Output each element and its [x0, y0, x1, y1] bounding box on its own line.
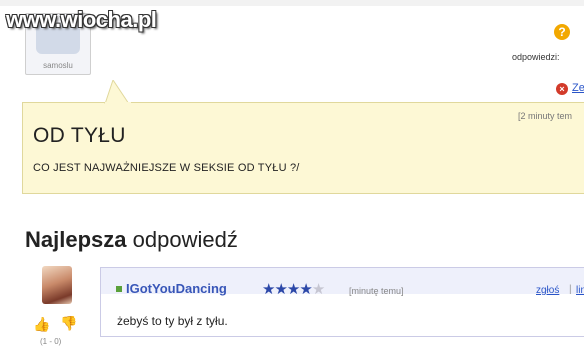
question-icon: ?: [554, 24, 570, 40]
answers-label: odpowiedzi:: [512, 52, 560, 62]
star-icon: ★: [274, 281, 287, 298]
star-icon: ★: [262, 281, 275, 298]
answer-username[interactable]: IGotYouDancing: [126, 281, 227, 296]
avatar-caption: samoslu: [43, 61, 73, 70]
best-answer-heading: Najlepsza odpowiedź: [25, 227, 238, 253]
star-icon: ★: [286, 281, 300, 298]
rating-stars: ★★★★★: [262, 280, 325, 298]
answerer-avatar[interactable]: [42, 266, 72, 304]
answer-text: żebyś to ty był z tyłu.: [117, 314, 228, 328]
question-body: CO JEST NAJWAŻNIEJSZE W SEKSIE OD TYŁU ?…: [33, 162, 300, 174]
question-title: OD TYŁU: [33, 124, 126, 147]
permalink-link[interactable]: lin: [576, 285, 584, 296]
watermark: www.wiocha.pl: [6, 7, 157, 32]
question-box: [22, 102, 584, 194]
half-star-icon: ★: [299, 281, 312, 298]
best-answer-heading-bold: Najlepsza: [25, 227, 127, 252]
thumb-down-icon[interactable]: 👎: [60, 316, 77, 330]
top-bar: [0, 0, 584, 6]
empty-star-icon: ★: [311, 281, 325, 298]
thumb-up-icon[interactable]: 👍: [33, 317, 50, 331]
close-icon[interactable]: ×: [556, 83, 568, 95]
question-time: [2 minuty tem: [518, 111, 573, 121]
answer-time: [minutę temu]: [349, 286, 404, 296]
link-separator: |: [569, 284, 572, 295]
online-status-icon: [116, 286, 122, 292]
close-link[interactable]: Ze: [572, 82, 584, 94]
report-link[interactable]: zgłoś: [536, 285, 559, 296]
best-answer-heading-rest: odpowiedź: [132, 227, 238, 252]
